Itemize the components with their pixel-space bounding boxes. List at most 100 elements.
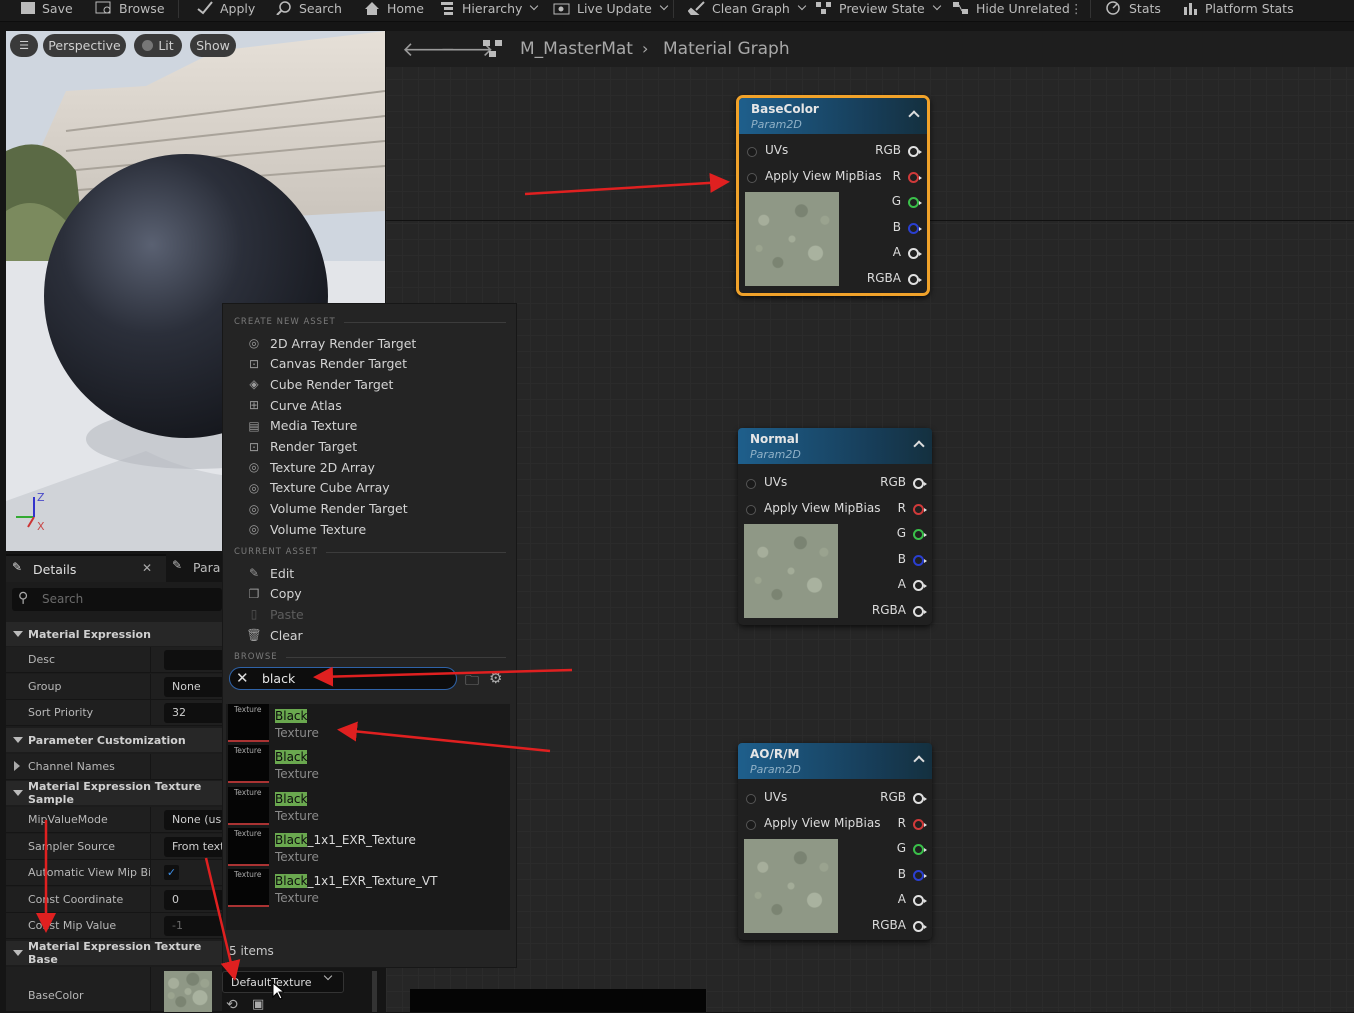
output-pin[interactable] <box>908 222 922 234</box>
clear-search-icon[interactable]: ✕ <box>236 669 249 687</box>
create-asset-item[interactable]: ◎ Texture 2D Array <box>247 457 375 477</box>
browse-asset-icon[interactable]: ▣ <box>252 997 264 1012</box>
asset-search-input[interactable]: ✕ black <box>229 667 457 690</box>
folder-icon[interactable]: 🗀 <box>465 670 479 694</box>
current-asset-item[interactable]: ❐ Copy <box>247 584 302 604</box>
output-pin[interactable] <box>913 580 927 592</box>
more-options-icon[interactable]: ⋮ <box>1070 0 1083 16</box>
group-input[interactable]: None <box>164 677 224 697</box>
const-coordinate-input[interactable]: 0 <box>164 890 224 910</box>
output-pin[interactable] <box>908 197 922 209</box>
create-asset-item[interactable]: ⊞ Curve Atlas <box>247 395 342 415</box>
search-button[interactable]: Search <box>275 0 342 16</box>
asset-name: Black_1x1_EXR_Texture_VT <box>275 874 437 889</box>
breadcrumb-graph[interactable]: Material Graph <box>663 39 790 59</box>
asset-result-item[interactable]: Texture Black Texture <box>228 745 508 785</box>
input-pin[interactable] <box>746 820 756 830</box>
gear-icon[interactable]: ⚙ <box>489 669 502 687</box>
menu-item-label: Canvas Render Target <box>270 356 407 372</box>
texture-param-node[interactable]: Normal Param2D UVs Apply View MipBias RGB R G B… <box>738 428 932 625</box>
asset-result-item[interactable]: Texture Black_1x1_EXR_Texture Texture <box>228 827 508 868</box>
asset-result-item[interactable]: Texture Black Texture <box>228 704 508 744</box>
apply-button[interactable]: Apply <box>196 0 255 16</box>
create-asset-item[interactable]: ⊡ Render Target <box>247 437 357 457</box>
output-pin[interactable] <box>913 818 927 830</box>
output-pin[interactable] <box>913 869 927 881</box>
node-header[interactable]: AO/R/M Param2D <box>738 743 932 779</box>
output-pin[interactable] <box>908 171 922 183</box>
lit-button[interactable]: Lit <box>134 34 182 57</box>
input-pin[interactable] <box>746 505 756 515</box>
current-asset-item[interactable]: 🗑 Clear <box>246 625 302 645</box>
node-header[interactable]: Normal Param2D <box>738 428 932 464</box>
mouse-cursor <box>272 982 284 1000</box>
output-pin[interactable] <box>908 146 922 157</box>
create-asset-item[interactable]: ◎ Volume Render Target <box>247 499 408 519</box>
stats-button[interactable]: Stats <box>1105 0 1161 16</box>
input-pin[interactable] <box>747 173 757 183</box>
output-pin[interactable] <box>913 478 927 489</box>
asset-result-item[interactable]: Texture Black Texture <box>228 786 508 827</box>
input-pin[interactable] <box>747 147 757 157</box>
perspective-button[interactable]: Perspective <box>43 34 126 57</box>
desc-input[interactable] <box>164 650 224 670</box>
section-texture-sample[interactable]: Material Expression Texture Sample <box>6 780 222 806</box>
node-subtitle: Param2D <box>750 448 801 461</box>
show-button[interactable]: Show <box>190 34 236 57</box>
const-mip-value-input[interactable]: -1 <box>164 916 224 936</box>
output-pin[interactable] <box>913 554 927 566</box>
close-tab-icon[interactable]: ✕ <box>142 561 152 575</box>
output-pin[interactable] <box>913 844 927 856</box>
use-selected-icon[interactable]: ⟲ <box>226 997 238 1013</box>
breadcrumb-asset[interactable]: M_MasterMat <box>520 39 633 59</box>
output-pin[interactable] <box>913 503 927 515</box>
section-parameter-customization[interactable]: Parameter Customization <box>6 728 222 752</box>
mip-value-mode-dropdown[interactable]: None (use <box>164 810 224 830</box>
chevron-down-icon <box>659 1 669 10</box>
details-search-input[interactable]: ⚲ Search <box>12 588 222 611</box>
section-texture-base[interactable]: Material Expression Texture Base <box>6 940 222 966</box>
output-pin[interactable] <box>913 793 927 804</box>
clean-graph-button[interactable]: Clean Graph <box>688 0 807 16</box>
output-pin[interactable] <box>913 895 927 907</box>
create-asset-item[interactable]: ◎ Volume Texture <box>247 519 366 539</box>
texture-thumbnail[interactable] <box>164 971 212 1012</box>
output-pin[interactable] <box>908 274 922 285</box>
browse-button[interactable]: Browse <box>95 0 165 16</box>
tab-parameters[interactable]: ✎ Para <box>166 554 222 582</box>
platform-stats-button[interactable]: Platform Stats <box>1183 0 1294 16</box>
row-channel-names[interactable]: Channel Names <box>6 754 222 780</box>
node-title: AO/R/M <box>750 747 800 761</box>
sampler-source-dropdown[interactable]: From textu <box>164 837 224 857</box>
preview-state-button[interactable]: Preview State <box>815 0 941 16</box>
asset-result-item[interactable]: Texture Black_1x1_EXR_Texture_VT Texture <box>228 869 508 909</box>
auto-view-mip-checkbox[interactable]: ✓ <box>164 865 179 880</box>
create-asset-item[interactable]: ◎ 2D Array Render Target <box>247 333 417 353</box>
create-asset-item[interactable]: ◈ Cube Render Target <box>247 374 393 394</box>
output-pin[interactable] <box>908 248 922 260</box>
home-button[interactable]: Home <box>363 0 424 16</box>
output-pin[interactable] <box>913 529 927 541</box>
tab-details[interactable]: ✎ Details ✕ <box>6 554 166 582</box>
input-pin[interactable] <box>746 794 756 804</box>
input-pin[interactable] <box>746 479 756 489</box>
hide-unrelated-button[interactable]: Hide Unrelated <box>952 0 1070 16</box>
texture-param-node[interactable]: BaseColor Param2D UVs Apply View MipBias RGB… <box>736 95 930 296</box>
create-asset-item[interactable]: ⊡ Canvas Render Target <box>247 354 407 374</box>
hierarchy-button[interactable]: Hierarchy <box>440 0 539 16</box>
output-pin-label: RGBA <box>871 918 906 932</box>
texture-param-node[interactable]: AO/R/M Param2D UVs Apply View MipBias RGB R G B… <box>738 743 932 940</box>
create-asset-item[interactable]: ▤ Media Texture <box>247 416 357 436</box>
pencil-icon: ✎ <box>248 566 260 580</box>
section-material-expression[interactable]: Material Expression <box>6 622 222 646</box>
save-button[interactable]: Save <box>20 0 73 16</box>
create-asset-item[interactable]: ◎ Texture Cube Array <box>247 478 390 498</box>
viewport-menu-button[interactable]: ☰ <box>10 34 38 57</box>
output-pin[interactable] <box>913 606 927 617</box>
node-header[interactable]: BaseColor Param2D <box>739 98 927 134</box>
live-update-button[interactable]: Live Update <box>553 0 669 16</box>
asset-type-icon: ⊡ <box>248 356 260 371</box>
output-pin[interactable] <box>913 921 927 932</box>
sort-priority-input[interactable]: 32 <box>164 703 224 723</box>
current-asset-item[interactable]: ✎ Edit <box>247 563 294 583</box>
